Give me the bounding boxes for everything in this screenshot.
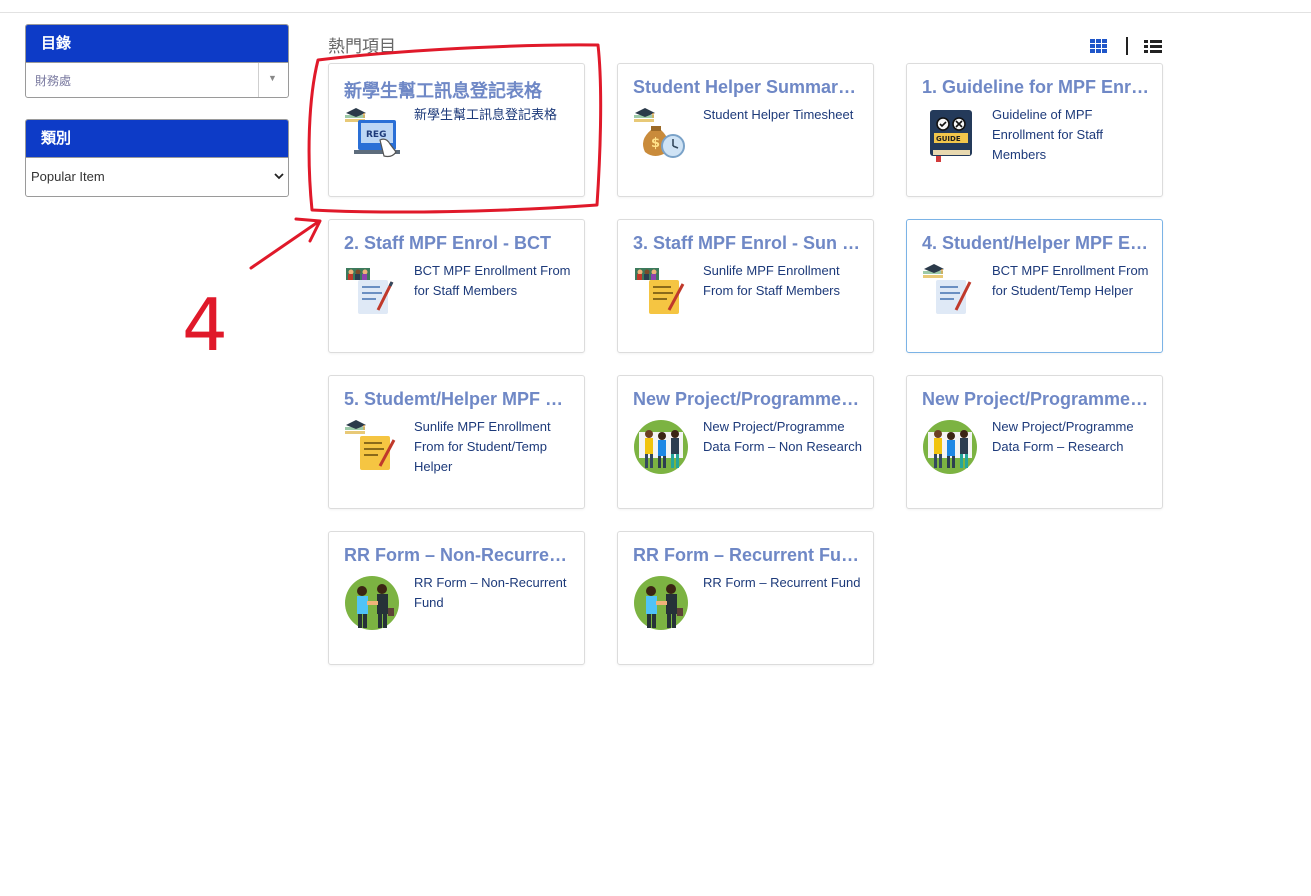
item-card[interactable]: 1. Guideline for MPF Enrol... Guideline …: [906, 63, 1163, 197]
top-divider: [0, 12, 1311, 13]
item-card[interactable]: RR Form – Recurrent Fund RR Form – Recur…: [617, 531, 874, 665]
item-card-title[interactable]: New Project/Programme ...: [922, 389, 1150, 410]
item-card[interactable]: New Project/Programme ... New Project/Pr…: [906, 375, 1163, 509]
grid-view-icon[interactable]: [1090, 39, 1107, 53]
directory-dropdown-toggle[interactable]: ▼: [258, 63, 288, 97]
category-panel: 類別 Popular Item: [25, 119, 289, 197]
handshake-icon: [345, 576, 399, 630]
category-panel-title: 類別: [26, 120, 288, 157]
item-card-description: Sunlife MPF Enrollment From for Staff Me…: [703, 263, 841, 298]
caret-down-icon: ▼: [268, 73, 277, 83]
item-card-title[interactable]: 新學生幫工訊息登記表格: [344, 77, 572, 103]
item-card-title[interactable]: 3. Staff MPF Enrol - Sun Life: [633, 233, 861, 254]
student-form-yellow-icon: [344, 418, 402, 476]
student-form-icon: [922, 262, 980, 320]
directory-panel-title: 目錄: [26, 25, 288, 62]
directory-select-value: 財務處: [35, 74, 72, 88]
item-card-description: BCT MPF Enrollment From for Student/Temp…: [992, 263, 1149, 298]
category-select[interactable]: Popular Item: [26, 157, 288, 195]
list-view-icon[interactable]: [1144, 39, 1162, 53]
item-card-title[interactable]: 5. Studemt/Helper MPF E...: [344, 389, 572, 410]
item-card-description: Student Helper Timesheet: [703, 107, 854, 122]
staff-form-yellow-icon: [633, 266, 685, 316]
annotation-label: 4: [182, 283, 228, 367]
item-card-title[interactable]: RR Form – Non-Recurrent...: [344, 545, 572, 566]
directory-panel: 目錄 財務處 ▼: [25, 24, 289, 98]
team-presentation-icon: [923, 420, 977, 474]
item-card[interactable]: Student Helper Summary ... Student Helpe…: [617, 63, 874, 197]
item-card[interactable]: New Project/Programme ... New Project/Pr…: [617, 375, 874, 509]
item-card[interactable]: 5. Studemt/Helper MPF E... Sunlife MPF E…: [328, 375, 585, 509]
item-card-title[interactable]: Student Helper Summary ...: [633, 77, 861, 98]
handshake-icon: [634, 576, 688, 630]
item-card-description: BCT MPF Enrollment From for Staff Member…: [414, 263, 571, 298]
item-card[interactable]: 4. Student/Helper MPF En... BCT MPF Enro…: [906, 219, 1163, 353]
item-card-description: New Project/Programme Data Form – Non Re…: [703, 419, 862, 454]
item-card-title[interactable]: New Project/Programme ...: [633, 389, 861, 410]
item-card[interactable]: 新學生幫工訊息登記表格 新學生幫工訊息登記表格: [328, 63, 585, 197]
item-card[interactable]: RR Form – Non-Recurrent... RR Form – Non…: [328, 531, 585, 665]
item-card-title[interactable]: 4. Student/Helper MPF En...: [922, 233, 1150, 254]
item-card-description: New Project/Programme Data Form – Resear…: [992, 419, 1134, 454]
chevron-down-icon: [274, 173, 284, 180]
item-card-description: RR Form – Non-Recurrent Fund: [414, 575, 567, 610]
item-card[interactable]: 3. Staff MPF Enrol - Sun Life Sunlife MP…: [617, 219, 874, 353]
item-card-description: Guideline of MPF Enrollment for Staff Me…: [992, 107, 1104, 162]
item-card-title[interactable]: 1. Guideline for MPF Enrol...: [922, 77, 1150, 98]
staff-form-icon: [344, 266, 394, 316]
view-separator: [1126, 37, 1128, 55]
item-card-description: Sunlife MPF Enrollment From for Student/…: [414, 419, 551, 474]
registration-form-icon: [344, 106, 402, 164]
annotation-arrow: [249, 217, 322, 270]
item-card[interactable]: 2. Staff MPF Enrol - BCT BCT MPF Enrollm…: [328, 219, 585, 353]
item-card-description: 新學生幫工訊息登記表格: [414, 107, 558, 122]
item-card-title[interactable]: 2. Staff MPF Enrol - BCT: [344, 233, 572, 254]
item-card-description: RR Form – Recurrent Fund: [703, 575, 861, 590]
team-presentation-icon: [634, 420, 688, 474]
section-title: 熱門項目: [328, 37, 396, 56]
category-select-value: Popular Item: [31, 169, 105, 184]
item-card-title[interactable]: RR Form – Recurrent Fund: [633, 545, 861, 566]
guide-book-icon: [929, 109, 973, 163]
directory-select[interactable]: 財務處 ▼: [26, 62, 288, 97]
view-toggle: [1090, 36, 1162, 56]
money-bag-clock-icon: [633, 106, 691, 164]
